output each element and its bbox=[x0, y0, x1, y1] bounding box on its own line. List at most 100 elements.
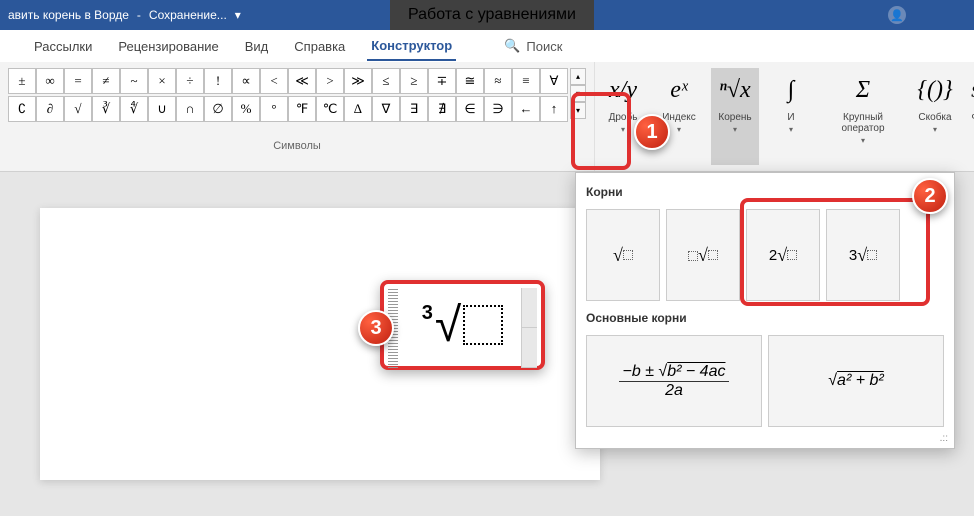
gallery-resize-icon[interactable]: .:: bbox=[576, 433, 954, 444]
root-common-hypot[interactable]: √a² + b² bbox=[768, 335, 944, 427]
symbol-button[interactable]: ∋ bbox=[484, 96, 512, 122]
symbol-button[interactable]: ≅ bbox=[456, 68, 484, 94]
symbol-button[interactable]: ° bbox=[260, 96, 288, 122]
symbol-button[interactable]: ← bbox=[512, 96, 540, 122]
doc-title: авить корень в Ворде bbox=[8, 8, 129, 22]
title-dropdown-icon[interactable]: ▾ bbox=[235, 8, 241, 22]
symbol-button[interactable]: ∜ bbox=[120, 96, 148, 122]
gallery-section-roots: Корни bbox=[576, 181, 954, 203]
symbol-button[interactable]: = bbox=[64, 68, 92, 94]
symbols-group: ±∞=≠~×÷!∝<≪>≫≤≥∓≅≈≡∀ ∁∂√∛∜∪∩∅%°℉℃∆∇∃∄∈∋←… bbox=[0, 62, 595, 171]
symbol-button[interactable]: ∝ bbox=[232, 68, 260, 94]
search-icon: 🔍 bbox=[504, 38, 520, 54]
symbol-button[interactable]: ≠ bbox=[92, 68, 120, 94]
structure-icon: ∫ bbox=[788, 70, 795, 110]
symbol-button[interactable]: ∛ bbox=[92, 96, 120, 122]
tab-design[interactable]: Конструктор bbox=[367, 32, 456, 61]
equation-index[interactable]: 3 bbox=[422, 302, 433, 325]
symbol-button[interactable]: ∂ bbox=[36, 96, 64, 122]
symbol-button[interactable]: √ bbox=[64, 96, 92, 122]
symbol-button[interactable]: ≪ bbox=[288, 68, 316, 94]
ribbon: ±∞=≠~×÷!∝<≪>≫≤≥∓≅≈≡∀ ∁∂√∛∜∪∩∅%°℉℃∆∇∃∄∈∋←… bbox=[0, 62, 974, 172]
structure-скобка[interactable]: {()} Скобка ▾ bbox=[911, 68, 959, 165]
symbol-button[interactable]: > bbox=[316, 68, 344, 94]
gallery-section-common: Основные корни bbox=[576, 307, 954, 329]
symbol-scroll: ▴ ▾ ▾ bbox=[570, 68, 586, 122]
symbol-button[interactable]: ≥ bbox=[400, 68, 428, 94]
symbol-button[interactable]: × bbox=[148, 68, 176, 94]
symbol-button[interactable]: ± bbox=[8, 68, 36, 94]
context-tab-label: Работа с уравнениями bbox=[408, 6, 576, 24]
chevron-down-icon: ▾ bbox=[933, 125, 937, 134]
tab-mailings[interactable]: Рассылки bbox=[30, 33, 96, 60]
symbol-button[interactable]: ≫ bbox=[344, 68, 372, 94]
structure-icon: ⁿ√x bbox=[719, 70, 750, 110]
symbol-row: ∁∂√∛∜∪∩∅%°℉℃∆∇∃∄∈∋←↑ bbox=[8, 96, 568, 122]
symbol-button[interactable]: ∅ bbox=[204, 96, 232, 122]
context-tab-equation-tools[interactable]: Работа с уравнениями bbox=[390, 0, 594, 30]
scroll-down-icon[interactable]: ▾ bbox=[570, 85, 586, 102]
root-template-cube[interactable]: 3√ bbox=[826, 209, 900, 301]
callout-2: 2 bbox=[912, 178, 948, 214]
symbol-button[interactable]: < bbox=[260, 68, 288, 94]
search-box[interactable]: 🔍 Поиск bbox=[504, 38, 562, 54]
structure-label: Корень bbox=[718, 112, 751, 123]
symbol-button[interactable]: ÷ bbox=[176, 68, 204, 94]
structure-функция[interactable]: sinθФункция▾ bbox=[967, 68, 974, 165]
symbol-button[interactable]: ↑ bbox=[540, 96, 568, 122]
symbol-button[interactable]: ∀ bbox=[540, 68, 568, 94]
structure-label: Индекс bbox=[662, 112, 696, 123]
root-template-sqrt[interactable]: √ bbox=[586, 209, 660, 301]
symbols-group-label: Символы bbox=[8, 140, 586, 152]
equation-content[interactable]: 3 √ bbox=[422, 298, 503, 353]
structure-крупный оператор[interactable]: ΣКрупный оператор ▾ bbox=[823, 68, 903, 165]
chevron-down-icon: ▾ bbox=[789, 125, 793, 134]
symbol-button[interactable]: ∈ bbox=[456, 96, 484, 122]
structure-icon: {()} bbox=[917, 70, 952, 110]
chevron-down-icon: ▾ bbox=[861, 136, 865, 145]
symbol-button[interactable]: ∆ bbox=[344, 96, 372, 122]
tab-help[interactable]: Справка bbox=[290, 33, 349, 60]
callout-1: 1 bbox=[634, 114, 670, 150]
symbol-button[interactable]: ∪ bbox=[148, 96, 176, 122]
scroll-up-icon[interactable]: ▴ bbox=[570, 68, 586, 85]
symbol-button[interactable]: ∄ bbox=[428, 96, 456, 122]
structure-icon: Σ bbox=[856, 70, 870, 110]
symbol-button[interactable]: ℃ bbox=[316, 96, 344, 122]
search-label: Поиск bbox=[526, 39, 562, 54]
equation-side-handle[interactable] bbox=[521, 288, 537, 368]
symbol-row: ±∞=≠~×÷!∝<≪>≫≤≥∓≅≈≡∀ bbox=[8, 68, 568, 94]
radical-icon: √ bbox=[435, 298, 461, 353]
structure-и[interactable]: ∫ И ▾ bbox=[767, 68, 815, 165]
equation-editor[interactable]: 3 √ bbox=[380, 280, 545, 370]
radical-gallery: Корни √ √ 2√ 3√ Основные корни −b ± √b² … bbox=[575, 172, 955, 449]
symbol-button[interactable]: ≡ bbox=[512, 68, 540, 94]
symbol-button[interactable]: ∩ bbox=[176, 96, 204, 122]
symbol-button[interactable]: ∁ bbox=[8, 96, 36, 122]
user-avatar-icon[interactable]: 👤 bbox=[888, 6, 906, 24]
structure-label: И bbox=[787, 112, 794, 123]
symbol-button[interactable]: % bbox=[232, 96, 260, 122]
symbol-button[interactable]: ≈ bbox=[484, 68, 512, 94]
symbol-button[interactable]: ∞ bbox=[36, 68, 64, 94]
symbol-button[interactable]: ≤ bbox=[372, 68, 400, 94]
root-common-quadratic[interactable]: −b ± √b² − 4ac 2a bbox=[586, 335, 762, 427]
symbol-button[interactable]: ∇ bbox=[372, 96, 400, 122]
root-template-nth[interactable]: √ bbox=[666, 209, 740, 301]
chevron-down-icon: ▾ bbox=[677, 125, 681, 134]
symbol-button[interactable]: ∓ bbox=[428, 68, 456, 94]
scroll-expand-icon[interactable]: ▾ bbox=[570, 102, 586, 119]
root-template-square[interactable]: 2√ bbox=[746, 209, 820, 301]
symbol-button[interactable]: ℉ bbox=[288, 96, 316, 122]
structure-дробь[interactable]: x/yДробь▾ bbox=[599, 68, 647, 165]
structure-label: Крупный оператор bbox=[825, 112, 901, 134]
symbol-button[interactable]: ∃ bbox=[400, 96, 428, 122]
symbol-button[interactable]: ~ bbox=[120, 68, 148, 94]
tab-review[interactable]: Рецензирование bbox=[114, 33, 222, 60]
symbol-button[interactable]: ! bbox=[204, 68, 232, 94]
equation-placeholder[interactable] bbox=[463, 305, 503, 345]
structure-label: Скобка bbox=[918, 112, 951, 123]
structure-корень[interactable]: ⁿ√xКорень▾ bbox=[711, 68, 759, 165]
structure-label: Дробь bbox=[609, 112, 638, 123]
tab-view[interactable]: Вид bbox=[241, 33, 273, 60]
